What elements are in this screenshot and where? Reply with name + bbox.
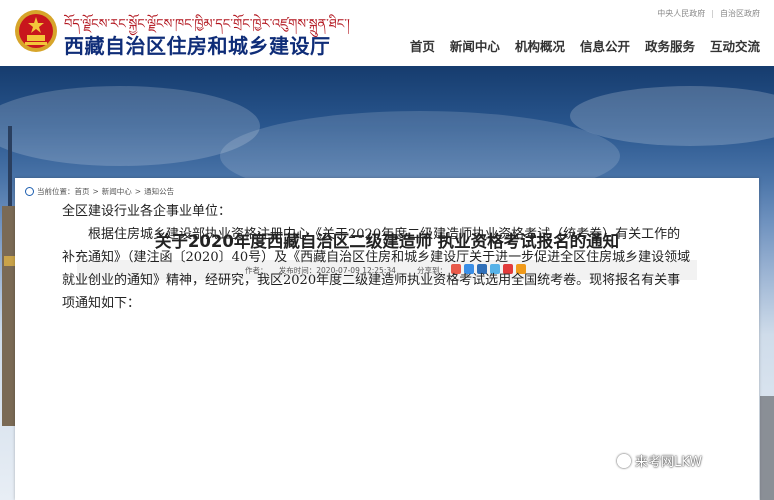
breadcrumb: 当前位置： 首页 > 新闻中心 > 通知公告	[25, 186, 174, 197]
nav-item-home[interactable]: 首页	[410, 36, 435, 55]
breadcrumb-item-news[interactable]: 新闻中心	[102, 186, 132, 197]
article-salutation: 全区建设行业各企事业单位：	[62, 204, 232, 219]
wechat-icon	[617, 453, 631, 468]
site-header: བོད་ལྗོངས་རང་སྐྱོང་ལྗོངས་ཁང་ཁྱིམ་དང་གྲོང…	[0, 0, 774, 66]
nav-item-services[interactable]: 政务服务	[645, 36, 695, 55]
breadcrumb-item-notices[interactable]: 通知公告	[144, 186, 174, 197]
article-paragraph: 根据住房城乡建设部执业资格注册中心《关于2020年度二级建造师执业资格考试（统考…	[62, 227, 691, 311]
breadcrumb-separator: >	[134, 187, 142, 196]
location-pin-icon	[25, 187, 34, 196]
nav-item-news[interactable]: 新闻中心	[450, 36, 500, 55]
link-region-government[interactable]: 自治区政府	[720, 9, 760, 18]
watermark-text: 来考网LKW	[635, 455, 703, 470]
link-central-government[interactable]: 中央人民政府	[657, 9, 705, 18]
nav-item-interaction[interactable]: 互动交流	[710, 36, 760, 55]
nav-item-info[interactable]: 信息公开	[580, 36, 630, 55]
national-emblem-icon	[15, 10, 57, 52]
site-title[interactable]: 西藏自治区住房和城乡建设厅	[64, 30, 331, 59]
breadcrumb-item-home[interactable]: 首页	[75, 186, 90, 197]
top-links: 中央人民政府 | 自治区政府	[657, 9, 760, 18]
breadcrumb-separator: >	[92, 187, 99, 196]
main-nav: 首页 新闻中心 机构概况 信息公开 政务服务 互动交流	[410, 36, 760, 55]
breadcrumb-prefix: 当前位置：	[37, 187, 75, 196]
nav-item-about[interactable]: 机构概况	[515, 36, 565, 55]
watermark: 来考网LKW	[617, 451, 702, 470]
article-body: 全区建设行业各企事业单位： 根据住房城乡建设部执业资格注册中心《关于2020年度…	[62, 200, 692, 315]
